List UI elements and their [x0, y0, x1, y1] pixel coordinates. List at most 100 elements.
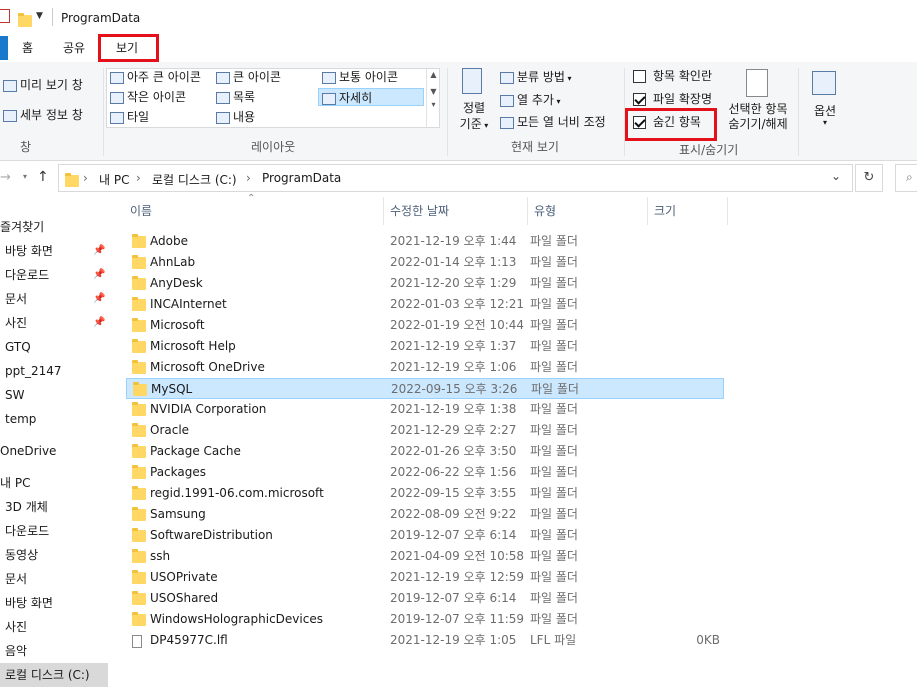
forward-arrow-icon[interactable]: →: [0, 170, 11, 185]
sort-by-button[interactable]: 정렬 기준 ▾: [456, 66, 492, 138]
nav-item[interactable]: 문서: [5, 289, 27, 309]
breadcrumb-local-disk[interactable]: 로컬 디스크 (C:): [152, 171, 237, 188]
table-row[interactable]: Microsoft Help 2021-12-19 오후 1:37 파일 폴더: [126, 336, 724, 357]
breadcrumb-my-pc[interactable]: 내 PC: [99, 171, 129, 188]
file-ext-toggle[interactable]: [633, 93, 646, 106]
up-arrow-icon[interactable]: ↑: [37, 169, 49, 185]
layout-tiles[interactable]: 타일: [110, 108, 149, 126]
nav-item[interactable]: 문서: [5, 569, 27, 589]
column-header-date[interactable]: 수정한 날짜: [384, 197, 528, 225]
file-tab[interactable]: [0, 36, 8, 60]
file-date: 2022-09-15 오후 3:55: [390, 486, 517, 500]
nav-quick-access[interactable]: 즐겨찾기: [0, 217, 44, 237]
properties-icon[interactable]: [0, 9, 10, 23]
breadcrumb-programdata[interactable]: ProgramData: [262, 171, 341, 185]
scroll-up-icon[interactable]: ▲: [427, 70, 440, 79]
options-button[interactable]: 옵션 ▾: [806, 68, 844, 134]
nav-item[interactable]: 3D 개체: [5, 497, 48, 517]
pin-icon[interactable]: 📌: [93, 269, 105, 280]
folder-icon[interactable]: [18, 12, 32, 27]
layout-small-icons[interactable]: 작은 아이콘: [110, 88, 186, 106]
table-row[interactable]: Package Cache 2022-01-26 오후 3:50 파일 폴더: [126, 441, 724, 462]
file-ext-label: 파일 확장명: [653, 92, 713, 106]
table-row[interactable]: AnyDesk 2021-12-20 오후 1:29 파일 폴더: [126, 273, 724, 294]
table-row[interactable]: AhnLab 2022-01-14 오후 1:13 파일 폴더: [126, 252, 724, 273]
preview-pane-button[interactable]: 미리 보기 창: [3, 76, 83, 94]
layout-content[interactable]: 내용: [216, 108, 255, 126]
breadcrumb-chevron-icon[interactable]: ›: [246, 171, 251, 185]
table-row[interactable]: INCAInternet 2022-01-03 오후 12:21 파일 폴더: [126, 294, 724, 315]
breadcrumb-chevron-icon[interactable]: ›: [136, 171, 141, 185]
search-icon: ⌕: [906, 170, 913, 184]
nav-item[interactable]: 동영상: [5, 545, 38, 565]
breadcrumb-chevron-icon[interactable]: ›: [83, 171, 88, 185]
nav-item[interactable]: 사진: [5, 617, 27, 637]
nav-item[interactable]: 다운로드: [5, 521, 49, 541]
fit-columns-button[interactable]: 모든 열 너비 조정: [500, 113, 606, 131]
layout-extra-large-icons[interactable]: 아주 큰 아이콘: [110, 68, 201, 86]
table-row[interactable]: MySQL 2022-09-15 오후 3:26 파일 폴더: [126, 378, 724, 399]
nav-item[interactable]: 음악: [5, 641, 27, 661]
file-name: SoftwareDistribution: [150, 528, 273, 542]
pin-icon[interactable]: 📌: [93, 317, 105, 328]
table-row[interactable]: ssh 2021-04-09 오전 10:58 파일 폴더: [126, 546, 724, 567]
pin-icon[interactable]: 📌: [93, 245, 105, 256]
nav-item[interactable]: GTQ: [5, 337, 31, 357]
item-checkbox-toggle[interactable]: [633, 70, 646, 83]
pin-icon[interactable]: 📌: [93, 293, 105, 304]
nav-item[interactable]: 바탕 화면: [5, 593, 53, 613]
folder-icon: [132, 276, 146, 290]
address-bar[interactable]: › 내 PC › 로컬 디스크 (C:) › ProgramData ⌄: [58, 164, 853, 192]
table-row[interactable]: USOPrivate 2021-12-19 오후 12:59 파일 폴더: [126, 567, 724, 588]
table-row[interactable]: Microsoft 2022-01-19 오전 10:44 파일 폴더: [126, 315, 724, 336]
table-row[interactable]: Microsoft OneDrive 2021-12-19 오후 1:06 파일 폴…: [126, 357, 724, 378]
table-row[interactable]: USOShared 2019-12-07 오후 6:14 파일 폴더: [126, 588, 724, 609]
nav-item[interactable]: 다운로드: [5, 265, 49, 285]
table-row[interactable]: WindowsHolographicDevices 2019-12-07 오후 1…: [126, 609, 724, 630]
nav-onedrive[interactable]: OneDrive: [0, 441, 56, 461]
table-row[interactable]: NVIDIA Corporation 2021-12-19 오후 1:38 파일 폴…: [126, 399, 724, 420]
nav-my-pc[interactable]: 내 PC: [0, 473, 30, 493]
nav-item[interactable]: 바탕 화면: [5, 241, 53, 261]
folder-icon: [132, 339, 146, 353]
nav-item[interactable]: 사진: [5, 313, 27, 333]
nav-item[interactable]: ppt_2147: [5, 361, 61, 381]
layout-large-icons[interactable]: 큰 아이콘: [216, 68, 281, 86]
nav-item[interactable]: SW: [5, 385, 24, 405]
file-name: DP45977C.lfl: [150, 633, 228, 647]
quick-access-dropdown-icon[interactable]: ▼: [36, 11, 43, 21]
file-date: 2019-12-07 오후 6:14: [390, 591, 517, 605]
details-pane-button[interactable]: 세부 정보 창: [3, 106, 83, 124]
column-header-size[interactable]: 크기: [648, 197, 728, 225]
layout-list[interactable]: 목록: [216, 88, 255, 106]
file-name: regid.1991-06.com.microsoft: [150, 486, 324, 500]
hide-selected-button[interactable]: 선택한 항목 숨기기/해제: [722, 66, 794, 136]
nav-item[interactable]: temp: [5, 409, 36, 429]
layout-details[interactable]: 자세히: [318, 88, 424, 106]
table-row[interactable]: SoftwareDistribution 2019-12-07 오후 6:14 파일…: [126, 525, 724, 546]
tab-share[interactable]: 공유: [57, 38, 91, 58]
column-header-type[interactable]: 유형: [528, 197, 648, 225]
layout-medium-icons[interactable]: 보통 아이콘: [322, 68, 398, 86]
address-dropdown-icon[interactable]: ⌄: [831, 169, 841, 183]
table-row[interactable]: Packages 2022-06-22 오후 1:56 파일 폴더: [126, 462, 724, 483]
search-box[interactable]: ⌕: [895, 164, 917, 192]
refresh-button[interactable]: ↻: [855, 164, 883, 192]
table-row[interactable]: Samsung 2022-08-09 오전 9:22 파일 폴더: [126, 504, 724, 525]
table-row[interactable]: regid.1991-06.com.microsoft 2022-09-15 오후…: [126, 483, 724, 504]
add-column-button[interactable]: 열 추가 ▾: [500, 91, 561, 109]
expand-gallery-icon[interactable]: ▾: [427, 100, 440, 109]
group-by-button[interactable]: 분류 방법 ▾: [500, 68, 572, 86]
table-row[interactable]: DP45977C.lfl 2021-12-19 오후 1:05 LFL 파일 0KB: [126, 630, 724, 651]
chevron-down-icon: ▾: [553, 97, 561, 106]
column-header-name[interactable]: 이름: [124, 197, 384, 225]
file-date: 2021-04-09 오전 10:58: [390, 549, 525, 563]
recent-dropdown-icon[interactable]: ▾: [23, 172, 27, 181]
nav-item-local-disk[interactable]: 로컬 디스크 (C:): [5, 665, 90, 685]
table-row[interactable]: Oracle 2021-12-29 오후 2:27 파일 폴더: [126, 420, 724, 441]
table-row[interactable]: Adobe 2021-12-19 오후 1:44 파일 폴더: [126, 231, 724, 252]
scroll-down-icon[interactable]: ▼: [427, 87, 440, 96]
tab-home[interactable]: 홈: [16, 38, 39, 58]
layout-gallery-scroll[interactable]: ▲ ▼ ▾: [426, 69, 440, 127]
window-title: ProgramData: [61, 11, 141, 25]
